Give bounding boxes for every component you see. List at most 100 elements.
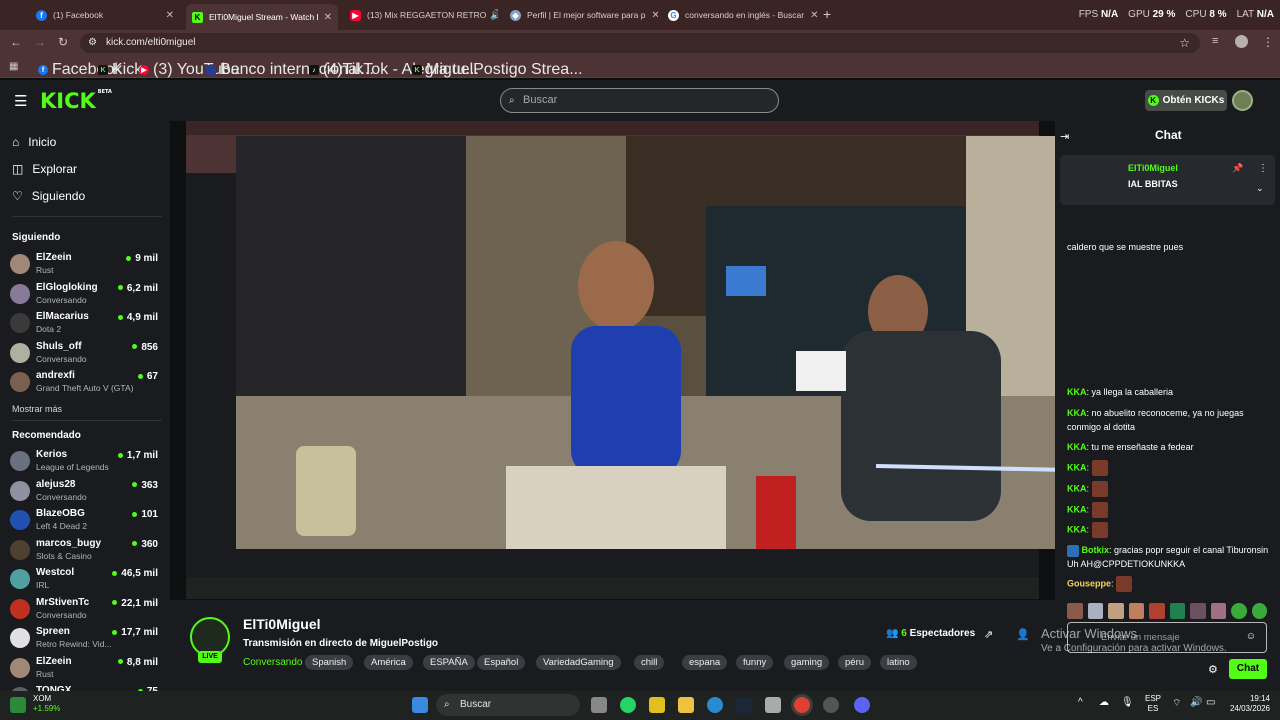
emoji-icon[interactable]: ☺ — [1246, 631, 1256, 642]
channel-row[interactable]: alejus28 Conversando 363 — [10, 478, 160, 506]
stream-tag[interactable]: chill — [634, 655, 665, 670]
channel-name[interactable]: ElTi0Miguel — [243, 616, 321, 632]
stream-category[interactable]: Conversando — [243, 657, 302, 668]
stock-widget[interactable]: XOM +1.59% — [33, 694, 60, 714]
system-clock[interactable]: 19:14 24/03/2026 — [1230, 694, 1270, 714]
steam-icon[interactable] — [736, 697, 752, 713]
channel-row[interactable]: Westcol IRL 46,5 mil — [10, 566, 160, 594]
channel-row[interactable]: ElMacarius Dota 2 4,9 mil — [10, 310, 160, 338]
stream-tag[interactable]: VariedadGaming — [536, 655, 621, 670]
channel-row[interactable]: marcos_bugy Slots & Casino 360 — [10, 537, 160, 565]
stream-tag[interactable]: gaming — [784, 655, 830, 670]
reload-icon[interactable]: ↻ — [58, 35, 68, 49]
collapse-chat-icon[interactable]: ⇥ — [1060, 130, 1069, 143]
app-icon[interactable] — [649, 697, 665, 713]
emote-image[interactable] — [1108, 603, 1124, 619]
get-kicks-button[interactable]: K Obtén KICKs — [1145, 90, 1227, 111]
emote-image[interactable] — [1251, 603, 1267, 619]
bookmark-miguelpostigo[interactable]: K MiguelPostigo Strea... — [412, 61, 583, 79]
bookmark-kick[interactable]: K Kick — [98, 61, 142, 79]
windows-start-icon[interactable] — [412, 697, 428, 713]
menu-dots-icon[interactable]: ⋮ — [1262, 35, 1274, 49]
search-input[interactable]: ⌕ Buscar — [500, 88, 779, 113]
stock-widget-icon[interactable] — [10, 697, 26, 713]
emote-image[interactable] — [1231, 603, 1247, 619]
user-avatar[interactable] — [1232, 90, 1253, 111]
follow-user-icon[interactable]: 👤 — [1016, 628, 1030, 641]
channel-row[interactable]: ElZeein Rust 9 mil — [10, 251, 160, 279]
apps-grid-icon[interactable]: ▦ — [9, 61, 18, 72]
whatsapp-icon[interactable] — [620, 697, 636, 713]
close-icon[interactable]: ✕ — [318, 12, 332, 23]
edge-icon[interactable] — [707, 697, 723, 713]
stream-tag[interactable]: América — [364, 655, 413, 670]
back-icon[interactable]: ← — [10, 35, 22, 49]
nav-inicio[interactable]: ⌂ Inicio — [12, 135, 56, 149]
channel-row[interactable]: BlazeOBG Left 4 Dead 2 101 — [10, 507, 160, 535]
share-icon[interactable]: ⇗ — [984, 628, 993, 641]
file-explorer-icon[interactable] — [678, 697, 694, 713]
emote-image[interactable] — [1087, 603, 1103, 619]
chevron-down-icon[interactable]: ⌄ — [1256, 183, 1264, 194]
tab-google[interactable]: G conversando en inglés - Buscar ✕ — [662, 4, 818, 26]
reading-list-icon[interactable]: ≡ — [1212, 35, 1218, 47]
channel-row[interactable]: Spreen Retro Rewind: Vid... 17,7 mil — [10, 625, 160, 653]
language-indicator[interactable]: ESP ES — [1145, 694, 1161, 714]
chrome-icon[interactable] — [794, 697, 810, 713]
more-options-icon[interactable]: ⋮ — [1258, 163, 1268, 174]
channel-row[interactable]: ElZeein Rust 8,8 mil — [10, 655, 160, 683]
stream-tag[interactable]: ESPAÑA — [423, 655, 475, 670]
close-icon[interactable]: ✕ — [645, 10, 658, 21]
tab-binance[interactable]: ◆ Perfil | El mejor software para p ✕ — [504, 4, 658, 26]
stream-tag[interactable]: péru — [838, 655, 872, 670]
obs-icon[interactable] — [823, 697, 839, 713]
stream-video[interactable] — [236, 136, 1129, 549]
stream-tag[interactable]: espana — [682, 655, 728, 670]
new-tab-button[interactable]: + — [823, 6, 831, 22]
store-icon[interactable] — [765, 697, 781, 713]
emote-image[interactable] — [1149, 603, 1165, 619]
nav-explorar[interactable]: ◫ Explorar — [12, 162, 77, 176]
discord-icon[interactable] — [854, 697, 870, 713]
emote-image[interactable] — [1169, 603, 1185, 619]
speaker-icon[interactable]: 🔊 — [486, 10, 498, 21]
tab-kick-stream[interactable]: K ElTi0Miguel Stream - Watch Live ✕ — [186, 4, 338, 30]
volume-icon[interactable]: 🔊 — [1190, 697, 1202, 708]
channel-row[interactable]: Kerios League of Legends 1,7 mil — [10, 448, 160, 476]
emote-image[interactable] — [1067, 603, 1083, 619]
chevron-up-icon[interactable]: ^ — [1078, 697, 1083, 708]
taskbar-search[interactable]: ⌕ Buscar — [436, 694, 580, 716]
stream-tag[interactable]: latino — [880, 655, 917, 670]
kick-logo[interactable]: KICK BETA — [40, 89, 112, 113]
bookmark-star-icon[interactable]: ☆ — [1179, 33, 1190, 53]
forward-icon[interactable]: → — [34, 35, 46, 49]
tab-youtube[interactable]: ▶ (13) Mix REGGAETON RETRO 🔊 ✕ — [344, 4, 498, 26]
profile-avatar[interactable] — [1235, 35, 1248, 48]
tab-facebook[interactable]: f (1) Facebook ✕ — [30, 4, 180, 26]
nav-siguiendo[interactable]: ♡ Siguiendo — [12, 189, 85, 203]
wifi-icon[interactable]: ⌔ — [1172, 697, 1181, 710]
stream-tag[interactable]: funny — [736, 655, 774, 670]
stream-tag[interactable]: Spanish — [305, 655, 354, 670]
emote-image[interactable] — [1190, 603, 1206, 619]
microphone-icon[interactable]: 🎙 — [1121, 697, 1134, 708]
task-view-icon[interactable] — [591, 697, 607, 713]
close-icon[interactable]: ✕ — [160, 10, 174, 21]
address-bar[interactable]: ⚙ kick.com/elti0miguel ☆ — [80, 33, 1200, 53]
close-icon[interactable]: ✕ — [804, 10, 818, 21]
emote-image[interactable] — [1210, 603, 1226, 619]
cloud-icon[interactable]: ☁ — [1099, 697, 1109, 708]
hamburger-menu-icon[interactable]: ☰ — [14, 92, 27, 110]
channel-row[interactable]: ElGlogloking Conversando 6,2 mil — [10, 281, 160, 309]
show-more-link[interactable]: Mostrar más — [12, 404, 62, 414]
stream-tag[interactable]: Español — [477, 655, 526, 670]
chat-settings-gear-icon[interactable]: ⚙ — [1208, 663, 1218, 676]
channel-row[interactable]: MrStivenTc Conversando 22,1 mil — [10, 596, 160, 624]
site-info-icon[interactable]: ⚙ — [88, 33, 97, 53]
pin-icon[interactable]: 📌 — [1232, 163, 1243, 174]
emote-image[interactable] — [1128, 603, 1144, 619]
battery-icon[interactable]: ▭ — [1206, 697, 1215, 708]
channel-row[interactable]: andrexfi Grand Theft Auto V (GTA) 67 — [10, 369, 160, 397]
chat-send-button[interactable]: Chat — [1229, 659, 1267, 679]
channel-row[interactable]: Shuls_off Conversando 856 — [10, 340, 160, 368]
